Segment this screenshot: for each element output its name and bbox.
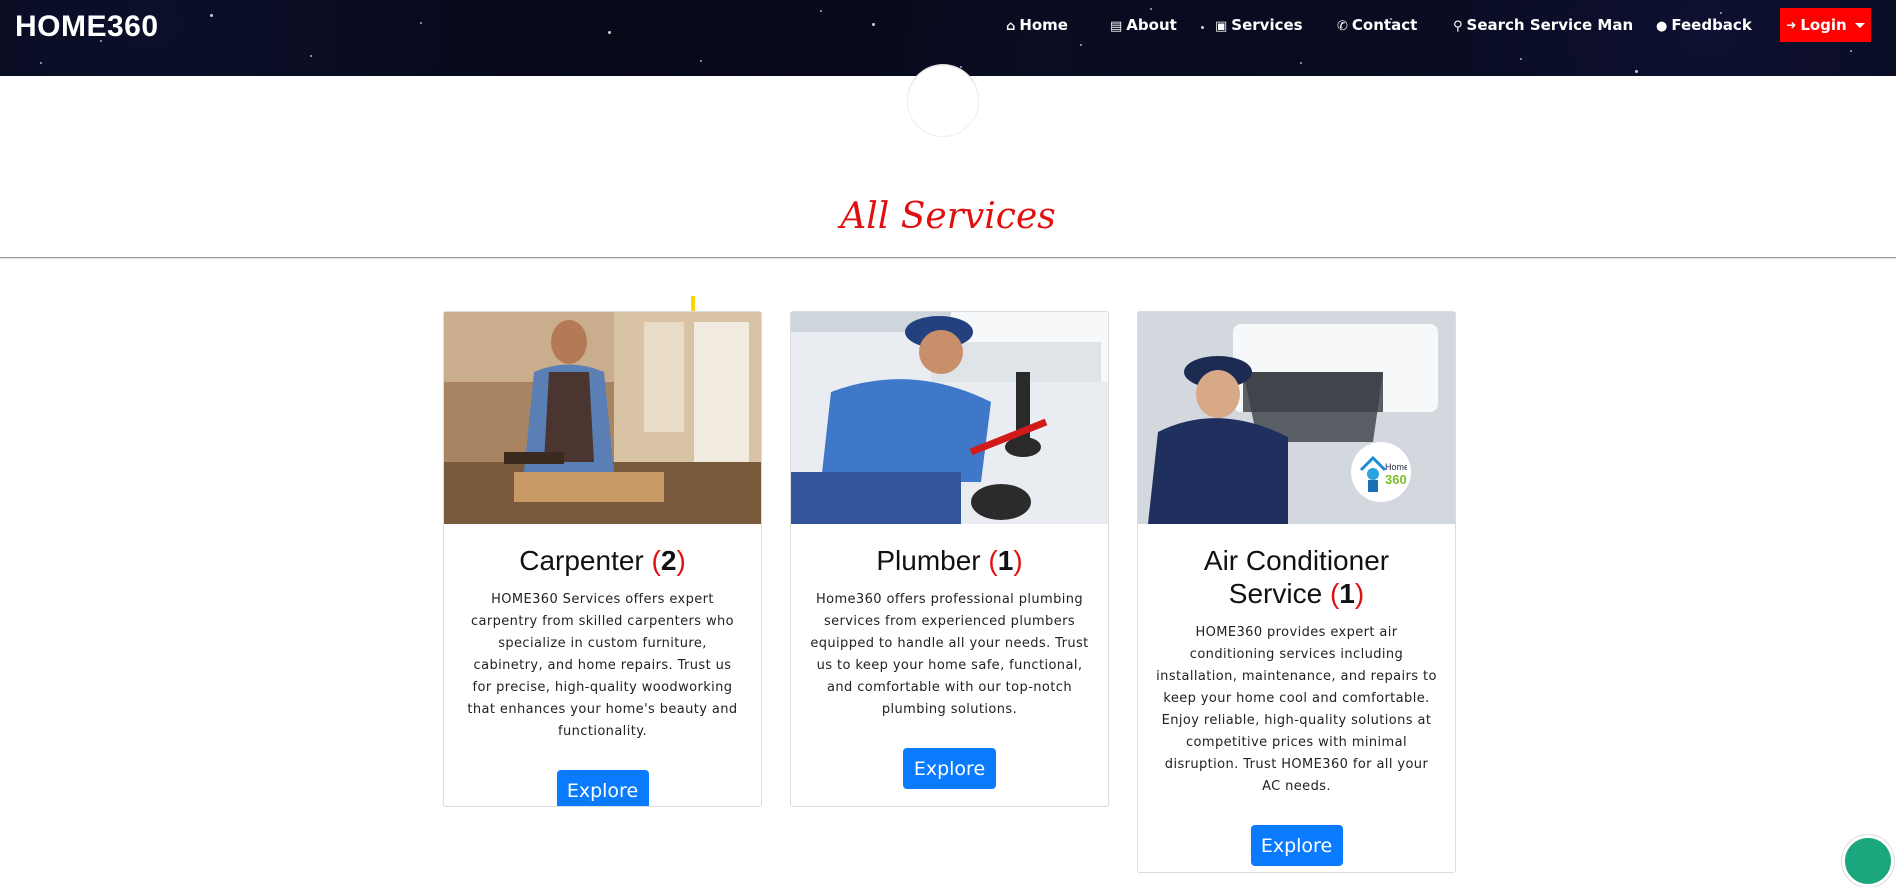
count-close-paren: ) — [1354, 578, 1365, 609]
nav-services[interactable]: ▣ Services — [1215, 16, 1303, 34]
count-close-paren: ) — [1013, 545, 1023, 576]
nav-about-label: About — [1126, 16, 1177, 34]
service-card-air-conditioner: Home 360 Air Conditioner Service (1) HOM… — [1137, 311, 1456, 873]
nav-feedback[interactable]: ● Feedback — [1656, 16, 1752, 34]
explore-carpenter-button[interactable]: Explore — [556, 770, 649, 806]
service-title: Air Conditioner Service (1) — [1138, 544, 1455, 610]
service-count: 2 — [660, 545, 677, 576]
air-conditioner-image: Home 360 — [1138, 312, 1455, 524]
nav-search-label: Search Service Man — [1466, 16, 1634, 34]
count-open-paren: ( — [651, 545, 661, 576]
nav-home-label: Home — [1019, 16, 1068, 34]
count-close-paren: ) — [676, 545, 686, 576]
count-open-paren: ( — [988, 545, 998, 576]
page-title: All Services — [840, 196, 1056, 237]
avatar — [907, 65, 979, 137]
service-description: HOME360 provides expert air conditioning… — [1156, 625, 1437, 794]
count-open-paren: ( — [1329, 578, 1340, 609]
service-name: Carpenter — [519, 545, 644, 576]
explore-air-conditioner-button[interactable]: Explore — [1250, 825, 1343, 866]
nav-search-service-man[interactable]: ⚲ Search Service Man — [1453, 16, 1633, 34]
home360-logo: Home 360 — [1359, 455, 1407, 492]
svg-text:Home: Home — [1385, 462, 1407, 472]
caret-down-icon — [1854, 22, 1865, 28]
sign-in-icon: ➜ — [1786, 18, 1797, 32]
home-icon: ⌂ — [1006, 19, 1016, 34]
nav-services-label: Services — [1231, 16, 1303, 34]
carpenter-image — [444, 312, 761, 524]
nav-contact[interactable]: ✆ Contact — [1337, 16, 1417, 34]
grammarly-widget-icon[interactable] — [1842, 835, 1894, 887]
service-name: Plumber — [876, 545, 981, 576]
nav-contact-label: Contact — [1351, 16, 1418, 34]
nav-home[interactable]: ⌂ Home — [1006, 16, 1068, 34]
service-card-plumber: Plumber (1) Home360 offers professional … — [790, 311, 1109, 807]
briefcase-icon: ▣ — [1215, 19, 1228, 34]
file-icon: ▤ — [1110, 19, 1123, 34]
phone-icon: ✆ — [1337, 19, 1348, 34]
nav-about[interactable]: ▤ About — [1110, 16, 1177, 34]
service-card-carpenter: Carpenter (2) HOME360 Services offers ex… — [443, 311, 762, 807]
service-title: Carpenter (2) — [444, 544, 761, 577]
explore-plumber-button[interactable]: Explore — [903, 748, 996, 789]
home360-badge-logo: Home 360 — [1351, 442, 1411, 502]
service-description: Home360 offers professional plumbing ser… — [810, 592, 1089, 717]
login-label: Login — [1800, 16, 1847, 34]
service-count: 1 — [997, 545, 1014, 576]
divider-shadow — [0, 258, 1896, 259]
service-description: HOME360 Services offers expert carpentry… — [467, 592, 738, 739]
plumber-image — [791, 312, 1108, 524]
brand-logo[interactable]: HOME360 — [15, 10, 159, 44]
login-dropdown-button[interactable]: ➜ Login — [1780, 8, 1871, 42]
service-title: Plumber (1) — [791, 544, 1108, 577]
service-count: 1 — [1339, 578, 1355, 609]
comment-icon: ● — [1656, 19, 1668, 34]
nav-feedback-label: Feedback — [1671, 16, 1752, 34]
search-icon: ⚲ — [1453, 19, 1463, 34]
svg-text:360: 360 — [1385, 472, 1407, 487]
